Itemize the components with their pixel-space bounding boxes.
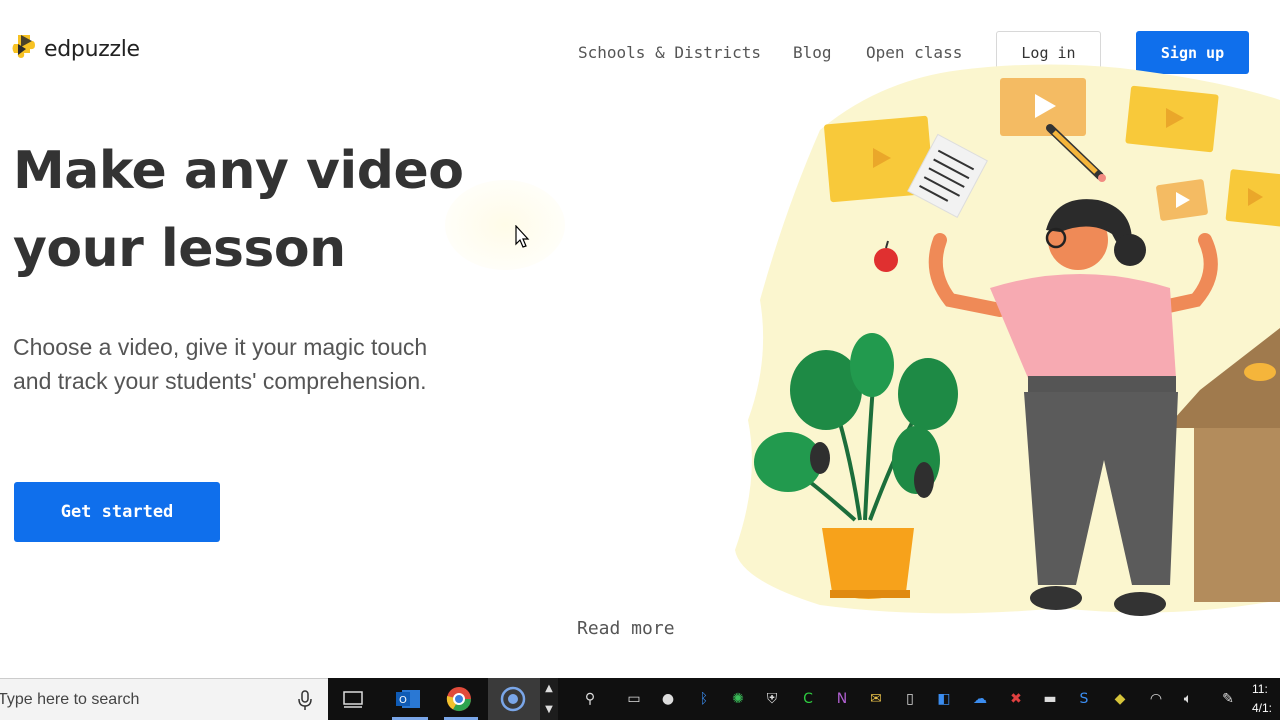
mouse-cursor-icon	[515, 225, 530, 248]
usb-drive-icon[interactable]: ▯	[900, 689, 920, 709]
globe-icon[interactable]: ●	[658, 689, 678, 709]
system-clock[interactable]: 11: 4/1:	[1252, 680, 1280, 718]
teacher-illustration	[735, 64, 1280, 616]
cursor-highlight	[445, 180, 565, 270]
task-view-icon[interactable]	[338, 684, 368, 714]
video-card-icon	[1225, 169, 1280, 227]
printer-icon[interactable]: ▭	[624, 689, 644, 709]
bluetooth-icon[interactable]: ᛒ	[694, 689, 714, 709]
taskbar-search-box[interactable]: Type here to search	[0, 678, 328, 720]
outlook-icon[interactable]: O	[393, 684, 423, 714]
read-more-link[interactable]: Read more	[577, 618, 675, 639]
hero-headline: Make any video your lesson	[13, 132, 473, 288]
app-badge-icon[interactable]: ◆	[1110, 689, 1130, 709]
get-started-button[interactable]: Get started	[14, 482, 220, 542]
app-c-icon[interactable]: C	[798, 689, 818, 709]
video-card-icon	[1000, 78, 1086, 136]
close-app-icon[interactable]: ✖	[1006, 689, 1026, 709]
battery-icon[interactable]: ▬	[1040, 689, 1060, 709]
video-card-icon	[1156, 179, 1208, 221]
pen-icon[interactable]: ✎	[1218, 689, 1238, 709]
clock-date: 4/1:	[1252, 701, 1273, 715]
onenote-icon[interactable]: N	[832, 689, 852, 709]
outlook-tray-icon[interactable]: ◧	[934, 689, 954, 709]
svg-text:O: O	[399, 695, 407, 706]
security-shield-icon[interactable]: ⛨	[762, 689, 782, 709]
chrome-icon[interactable]	[444, 684, 474, 714]
headline-line-2: your lesson	[13, 219, 346, 279]
onedrive-icon[interactable]: ☁	[970, 689, 990, 709]
taskbar-scroll-arrows[interactable]: ▲ ▼	[540, 678, 558, 720]
clock-time: 11:	[1252, 682, 1268, 696]
chevron-down-icon[interactable]: ▼	[545, 704, 553, 715]
volume-icon[interactable]: 🔈︎	[1178, 689, 1198, 709]
hero-subtext: Choose a video, give it your magic touch…	[13, 334, 428, 394]
taskbar-search-placeholder: Type here to search	[0, 690, 140, 708]
sync-icon[interactable]: ✺	[728, 689, 748, 709]
windows-taskbar: Type here to search O ▲ ▼ ⚲ ▭ ● ᛒ ✺ ⛨ C N…	[0, 678, 1280, 720]
edpuzzle-homepage: edpuzzle Schools & Districts Blog Open c…	[0, 0, 1280, 678]
video-card-icon	[1125, 85, 1219, 153]
microphone-icon[interactable]	[296, 689, 314, 711]
people-icon[interactable]: ⚲	[580, 689, 600, 709]
chevron-up-icon[interactable]: ▲	[545, 683, 553, 694]
mail-icon[interactable]: ✉	[866, 689, 886, 709]
headline-line-1: Make any video	[13, 141, 464, 201]
screen-recorder-taskbar-button[interactable]	[488, 678, 540, 720]
skype-icon[interactable]: S	[1074, 689, 1094, 709]
wifi-icon[interactable]: ◠	[1146, 689, 1166, 709]
